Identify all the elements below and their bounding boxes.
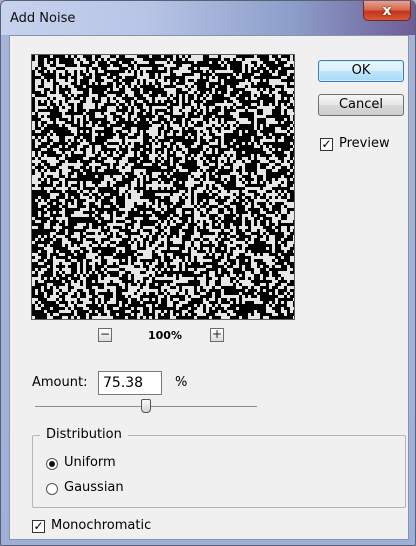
uniform-label: Uniform <box>64 455 116 470</box>
monochromatic-label: Monochromatic <box>51 518 152 533</box>
amount-unit: % <box>175 375 188 390</box>
zoom-out-button[interactable]: − <box>98 328 112 342</box>
ok-button[interactable]: OK <box>318 60 404 82</box>
zoom-in-button[interactable]: + <box>210 328 224 342</box>
close-icon: x <box>382 2 392 19</box>
noise-preview-image <box>32 55 294 319</box>
gaussian-radio[interactable] <box>46 483 58 495</box>
zoom-controls: − 100% + <box>10 328 310 344</box>
cancel-button[interactable]: Cancel <box>318 94 404 116</box>
zoom-level: 100% <box>148 329 182 342</box>
distribution-group <box>32 435 406 508</box>
dialog-title: Add Noise <box>10 11 76 26</box>
monochromatic-checkbox[interactable]: ✓ <box>32 520 45 533</box>
preview-checkbox[interactable]: ✓ <box>320 138 333 151</box>
uniform-radio[interactable] <box>46 458 58 470</box>
title-bar[interactable]: Add Noise x <box>1 1 415 35</box>
distribution-legend: Distribution <box>40 427 128 442</box>
add-noise-dialog: Add Noise x − 100% + OK Cancel ✓ Preview… <box>0 0 416 546</box>
gaussian-label: Gaussian <box>64 480 124 495</box>
close-button[interactable]: x <box>363 1 411 21</box>
noise-pixels <box>32 55 294 319</box>
dialog-body: − 100% + OK Cancel ✓ Preview Amount: % D… <box>9 35 409 540</box>
amount-label: Amount: <box>32 375 88 390</box>
noise-preview[interactable] <box>31 54 295 320</box>
amount-input[interactable] <box>98 371 162 395</box>
amount-slider-thumb[interactable] <box>141 399 151 413</box>
preview-label: Preview <box>339 136 390 151</box>
